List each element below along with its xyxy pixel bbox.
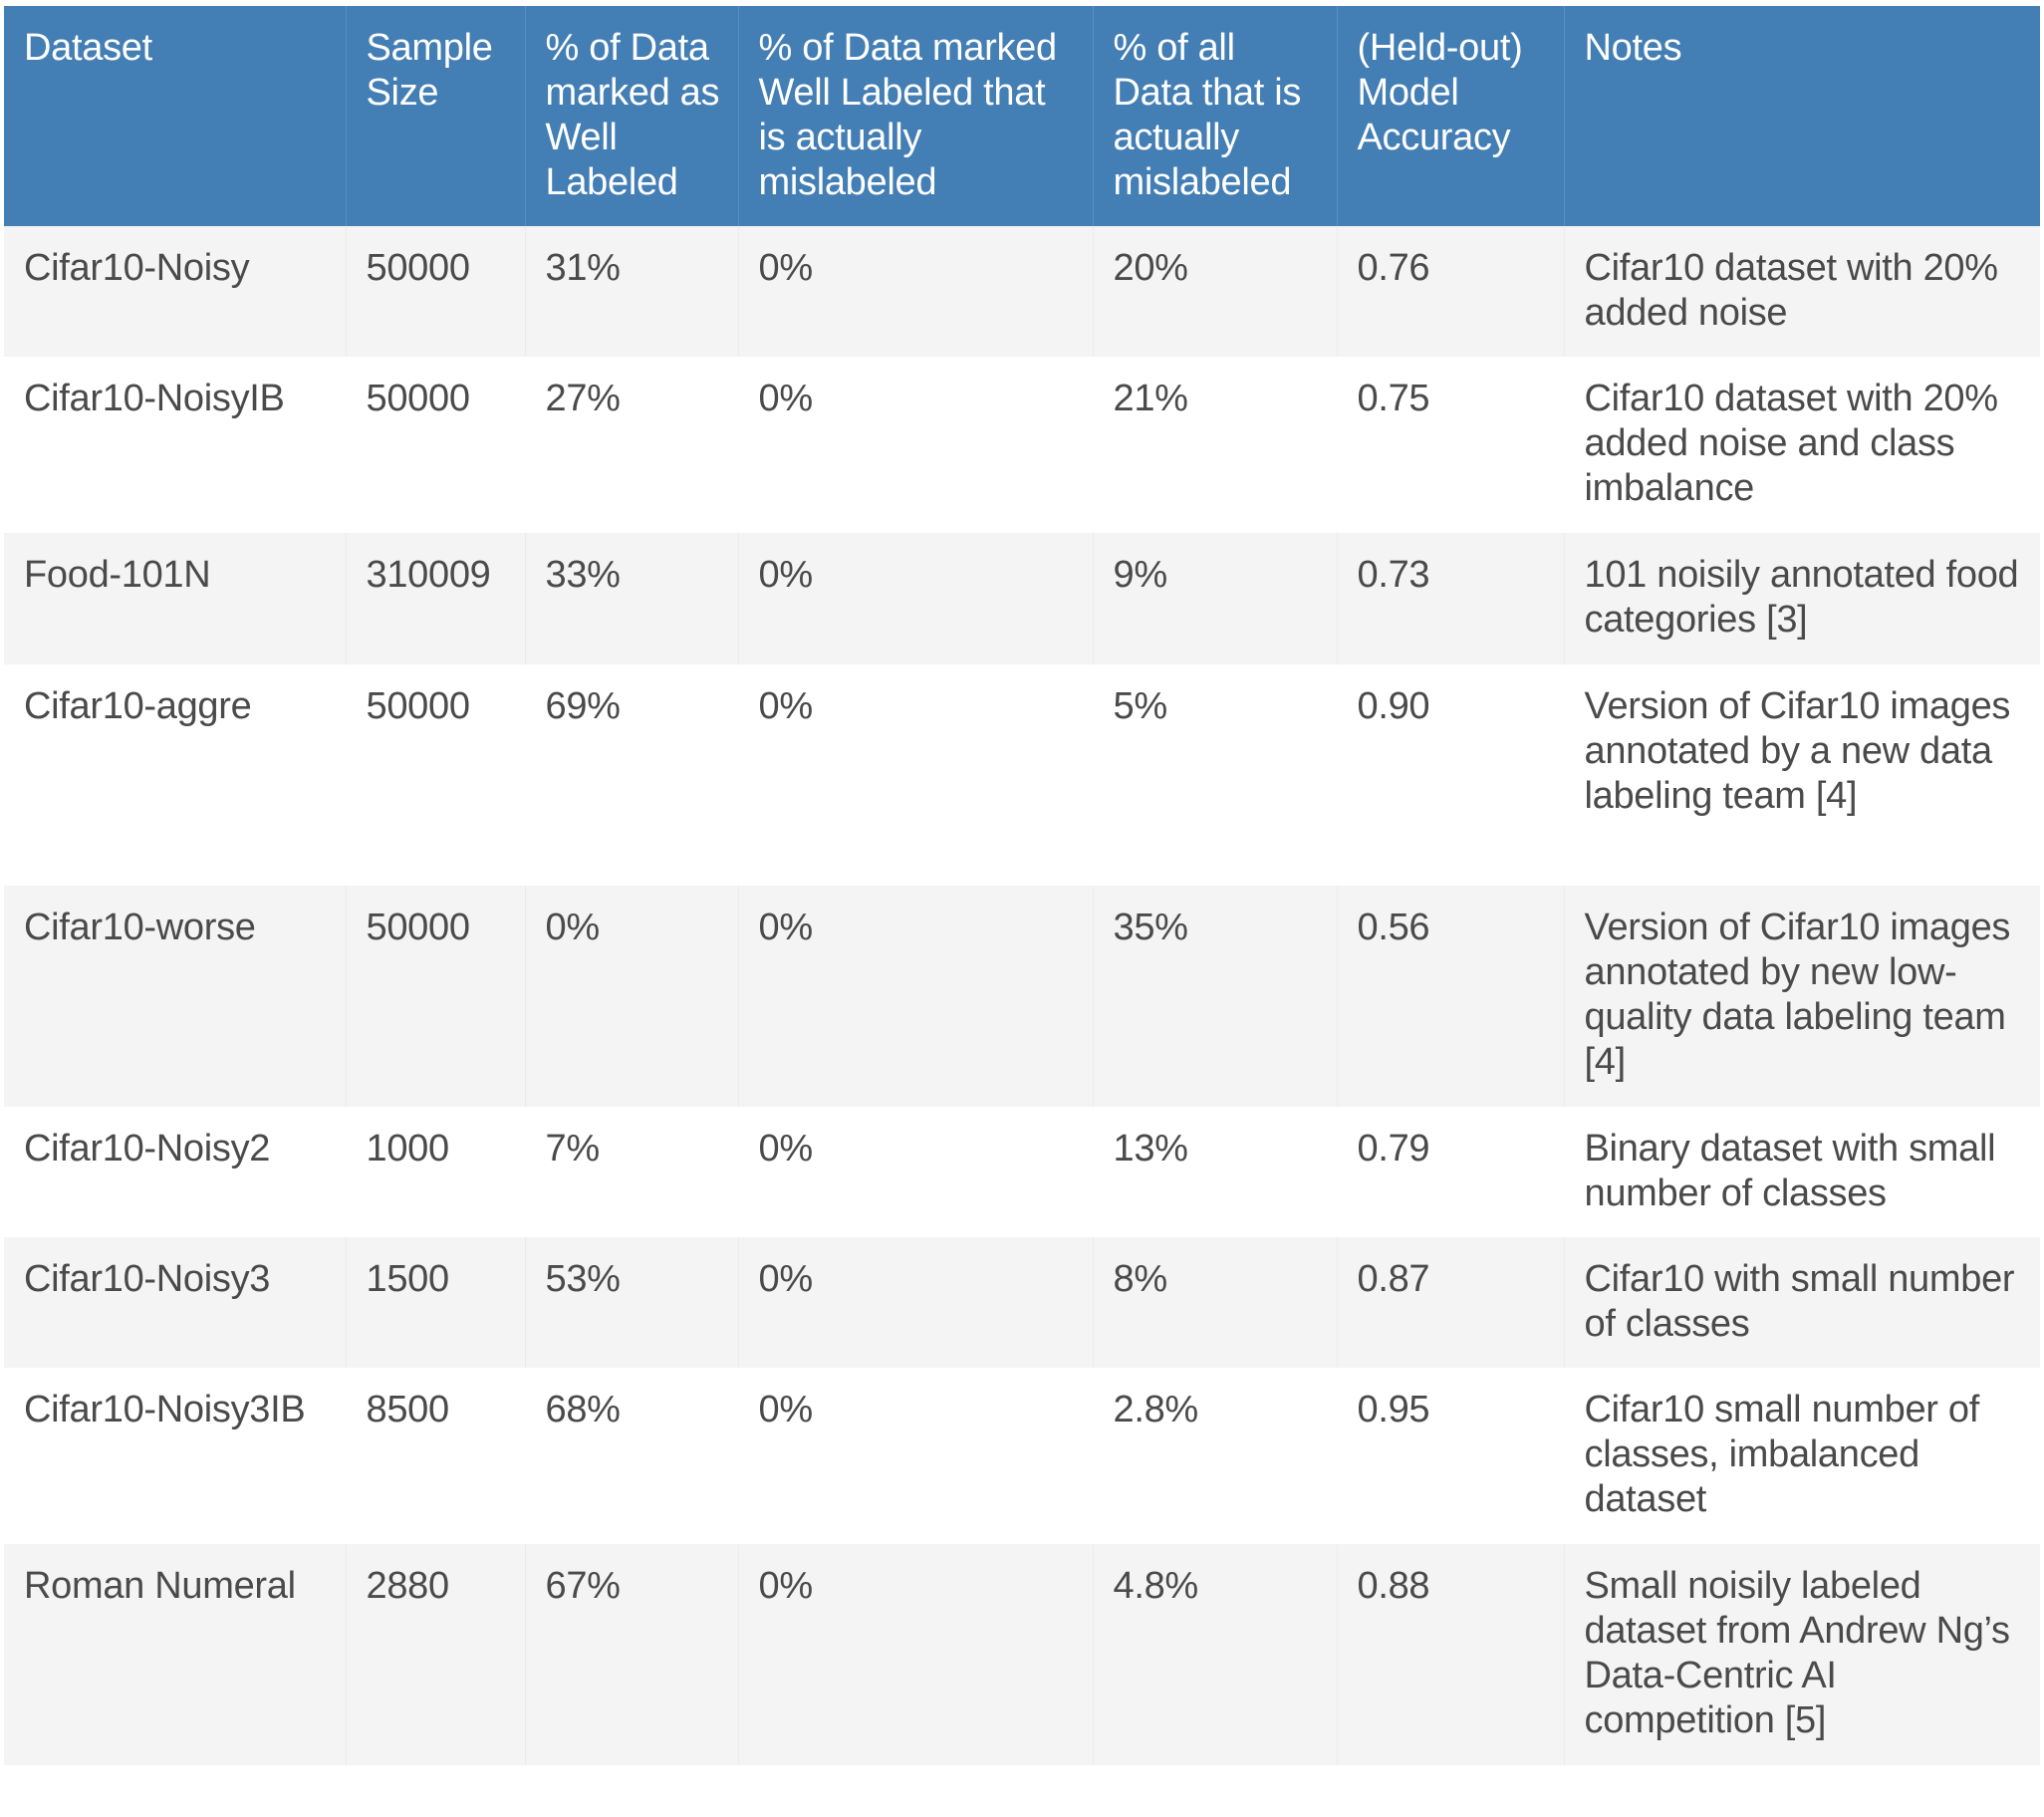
- cell-pct-well-labeled-mislabeled: 0%: [737, 357, 1093, 533]
- column-header-notes: Notes: [1563, 6, 2040, 226]
- cell-sample-size: 8500: [345, 1368, 525, 1544]
- table-row: Cifar10-Noisy3IB 8500 68% 0% 2.8% 0.95 C…: [4, 1368, 2040, 1544]
- cell-pct-all-mislabeled: 35%: [1092, 886, 1337, 1107]
- cell-pct-all-mislabeled: 4.8%: [1092, 1544, 1337, 1765]
- cell-sample-size: 50000: [345, 357, 525, 533]
- cell-pct-all-mislabeled: 9%: [1092, 533, 1337, 664]
- cell-sample-size: 1500: [345, 1237, 525, 1368]
- cell-notes: Small noisily labeled dataset from Andre…: [1563, 1544, 2040, 1765]
- cell-sample-size: 50000: [345, 226, 525, 357]
- table-row: Cifar10-Noisy 50000 31% 0% 20% 0.76 Cifa…: [4, 226, 2040, 357]
- table-body: Cifar10-Noisy 50000 31% 0% 20% 0.76 Cifa…: [4, 226, 2040, 1765]
- cell-accuracy: 0.79: [1336, 1107, 1564, 1237]
- cell-pct-well-labeled: 27%: [524, 357, 738, 533]
- cell-pct-well-labeled: 67%: [524, 1544, 738, 1765]
- cell-accuracy: 0.75: [1336, 357, 1564, 533]
- cell-accuracy: 0.90: [1336, 664, 1564, 886]
- cell-pct-well-labeled-mislabeled: 0%: [737, 1368, 1093, 1544]
- column-header-sample-size: Sample Size: [345, 6, 525, 226]
- column-header-dataset: Dataset: [4, 6, 346, 226]
- cell-accuracy: 0.76: [1336, 226, 1564, 357]
- cell-pct-well-labeled: 68%: [524, 1368, 738, 1544]
- cell-notes: Version of Cifar10 images annotated by n…: [1563, 886, 2040, 1107]
- cell-pct-well-labeled-mislabeled: 0%: [737, 664, 1093, 886]
- cell-pct-all-mislabeled: 8%: [1092, 1237, 1337, 1368]
- cell-accuracy: 0.73: [1336, 533, 1564, 664]
- cell-dataset: Cifar10-Noisy3IB: [4, 1368, 346, 1544]
- cell-accuracy: 0.56: [1336, 886, 1564, 1107]
- cell-pct-well-labeled-mislabeled: 0%: [737, 886, 1093, 1107]
- table-row: Cifar10-aggre 50000 69% 0% 5% 0.90 Versi…: [4, 664, 2040, 886]
- cell-dataset: Cifar10-Noisy: [4, 226, 346, 357]
- cell-accuracy: 0.95: [1336, 1368, 1564, 1544]
- cell-sample-size: 50000: [345, 664, 525, 886]
- cell-sample-size: 50000: [345, 886, 525, 1107]
- cell-sample-size: 310009: [345, 533, 525, 664]
- column-header-pct-well-labeled-mislabeled: % of Data marked Well Labeled that is ac…: [737, 6, 1093, 226]
- cell-pct-all-mislabeled: 21%: [1092, 357, 1337, 533]
- table-row: Food-101N 310009 33% 0% 9% 0.73 101 nois…: [4, 533, 2040, 664]
- cell-dataset: Cifar10-aggre: [4, 664, 346, 886]
- datasets-table-container: Dataset Sample Size % of Data marked as …: [4, 6, 2040, 1765]
- column-header-pct-well-labeled: % of Data marked as Well Labeled: [524, 6, 738, 226]
- cell-accuracy: 0.88: [1336, 1544, 1564, 1765]
- table-row: Roman Numeral 2880 67% 0% 4.8% 0.88 Smal…: [4, 1544, 2040, 1765]
- cell-pct-well-labeled-mislabeled: 0%: [737, 1107, 1093, 1237]
- cell-pct-well-labeled: 7%: [524, 1107, 738, 1237]
- datasets-table: Dataset Sample Size % of Data marked as …: [4, 6, 2040, 1765]
- table-header: Dataset Sample Size % of Data marked as …: [4, 6, 2040, 226]
- cell-dataset: Cifar10-worse: [4, 886, 346, 1107]
- cell-sample-size: 2880: [345, 1544, 525, 1765]
- table-row: Cifar10-NoisyIB 50000 27% 0% 21% 0.75 Ci…: [4, 357, 2040, 533]
- cell-notes: Binary dataset with small number of clas…: [1563, 1107, 2040, 1237]
- cell-notes: Cifar10 dataset with 20% added noise and…: [1563, 357, 2040, 533]
- cell-dataset: Food-101N: [4, 533, 346, 664]
- cell-pct-well-labeled: 31%: [524, 226, 738, 357]
- column-header-model-accuracy: (Held-out) Model Accuracy: [1336, 6, 1564, 226]
- cell-pct-all-mislabeled: 5%: [1092, 664, 1337, 886]
- cell-notes: Cifar10 with small number of classes: [1563, 1237, 2040, 1368]
- column-header-pct-all-mislabeled: % of all Data that is actually mislabele…: [1092, 6, 1337, 226]
- cell-pct-well-labeled-mislabeled: 0%: [737, 226, 1093, 357]
- cell-pct-well-labeled: 0%: [524, 886, 738, 1107]
- cell-pct-well-labeled-mislabeled: 0%: [737, 1544, 1093, 1765]
- cell-sample-size: 1000: [345, 1107, 525, 1237]
- table-row: Cifar10-worse 50000 0% 0% 35% 0.56 Versi…: [4, 886, 2040, 1107]
- cell-pct-all-mislabeled: 20%: [1092, 226, 1337, 357]
- header-row: Dataset Sample Size % of Data marked as …: [4, 6, 2040, 226]
- cell-dataset: Roman Numeral: [4, 1544, 346, 1765]
- cell-pct-all-mislabeled: 2.8%: [1092, 1368, 1337, 1544]
- cell-pct-well-labeled: 53%: [524, 1237, 738, 1368]
- cell-pct-well-labeled: 69%: [524, 664, 738, 886]
- cell-pct-all-mislabeled: 13%: [1092, 1107, 1337, 1237]
- cell-notes: 101 noisily annotated food categories [3…: [1563, 533, 2040, 664]
- cell-accuracy: 0.87: [1336, 1237, 1564, 1368]
- table-row: Cifar10-Noisy3 1500 53% 0% 8% 0.87 Cifar…: [4, 1237, 2040, 1368]
- cell-pct-well-labeled-mislabeled: 0%: [737, 533, 1093, 664]
- cell-pct-well-labeled: 33%: [524, 533, 738, 664]
- cell-pct-well-labeled-mislabeled: 0%: [737, 1237, 1093, 1368]
- cell-notes: Version of Cifar10 images annotated by a…: [1563, 664, 2040, 886]
- table-row: Cifar10-Noisy2 1000 7% 0% 13% 0.79 Binar…: [4, 1107, 2040, 1237]
- cell-notes: Cifar10 small number of classes, imbalan…: [1563, 1368, 2040, 1544]
- cell-dataset: Cifar10-Noisy2: [4, 1107, 346, 1237]
- cell-notes: Cifar10 dataset with 20% added noise: [1563, 226, 2040, 357]
- cell-dataset: Cifar10-Noisy3: [4, 1237, 346, 1368]
- cell-dataset: Cifar10-NoisyIB: [4, 357, 346, 533]
